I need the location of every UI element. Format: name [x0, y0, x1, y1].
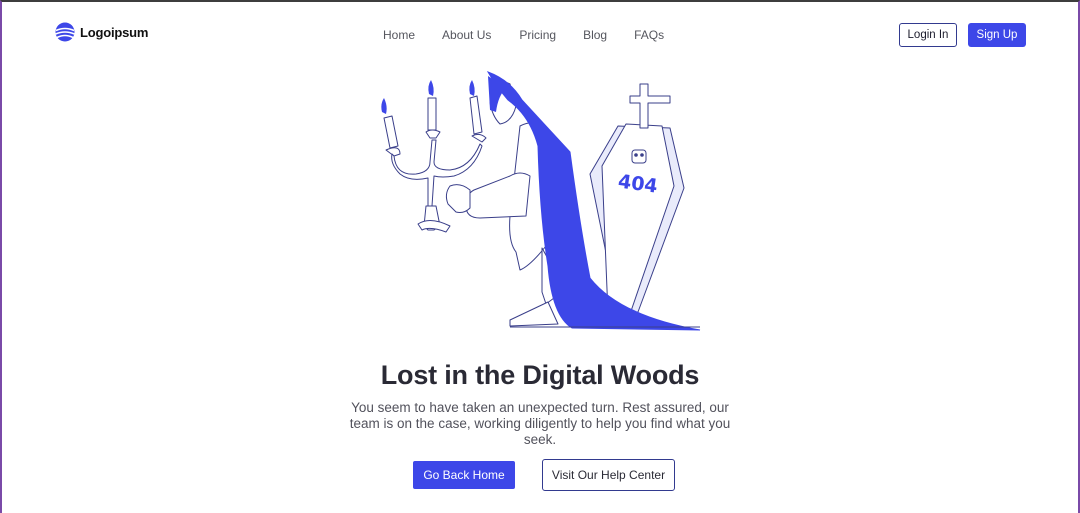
page-subtitle: You seem to have taken an unexpected tur…	[349, 400, 731, 447]
logo-text: Logoipsum	[80, 24, 149, 40]
page-title: Lost in the Digital Woods	[380, 360, 700, 390]
logo-icon	[55, 22, 75, 42]
help-center-button[interactable]: Visit Our Help Center	[542, 459, 675, 491]
nav-pricing[interactable]: Pricing	[519, 28, 556, 42]
nav-blog[interactable]: Blog	[583, 28, 607, 42]
main-nav: Home About Us Pricing Blog FAQs	[383, 28, 664, 42]
nav-home[interactable]: Home	[383, 28, 415, 42]
signup-button[interactable]: Sign Up	[968, 23, 1026, 47]
login-button[interactable]: Login In	[899, 23, 957, 47]
nav-about-us[interactable]: About Us	[442, 28, 491, 42]
vampire-404-illustration: 404	[381, 71, 701, 331]
logo[interactable]: Logoipsum	[54, 22, 148, 42]
go-back-home-button[interactable]: Go Back Home	[413, 461, 515, 489]
nav-faqs[interactable]: FAQs	[634, 28, 664, 42]
